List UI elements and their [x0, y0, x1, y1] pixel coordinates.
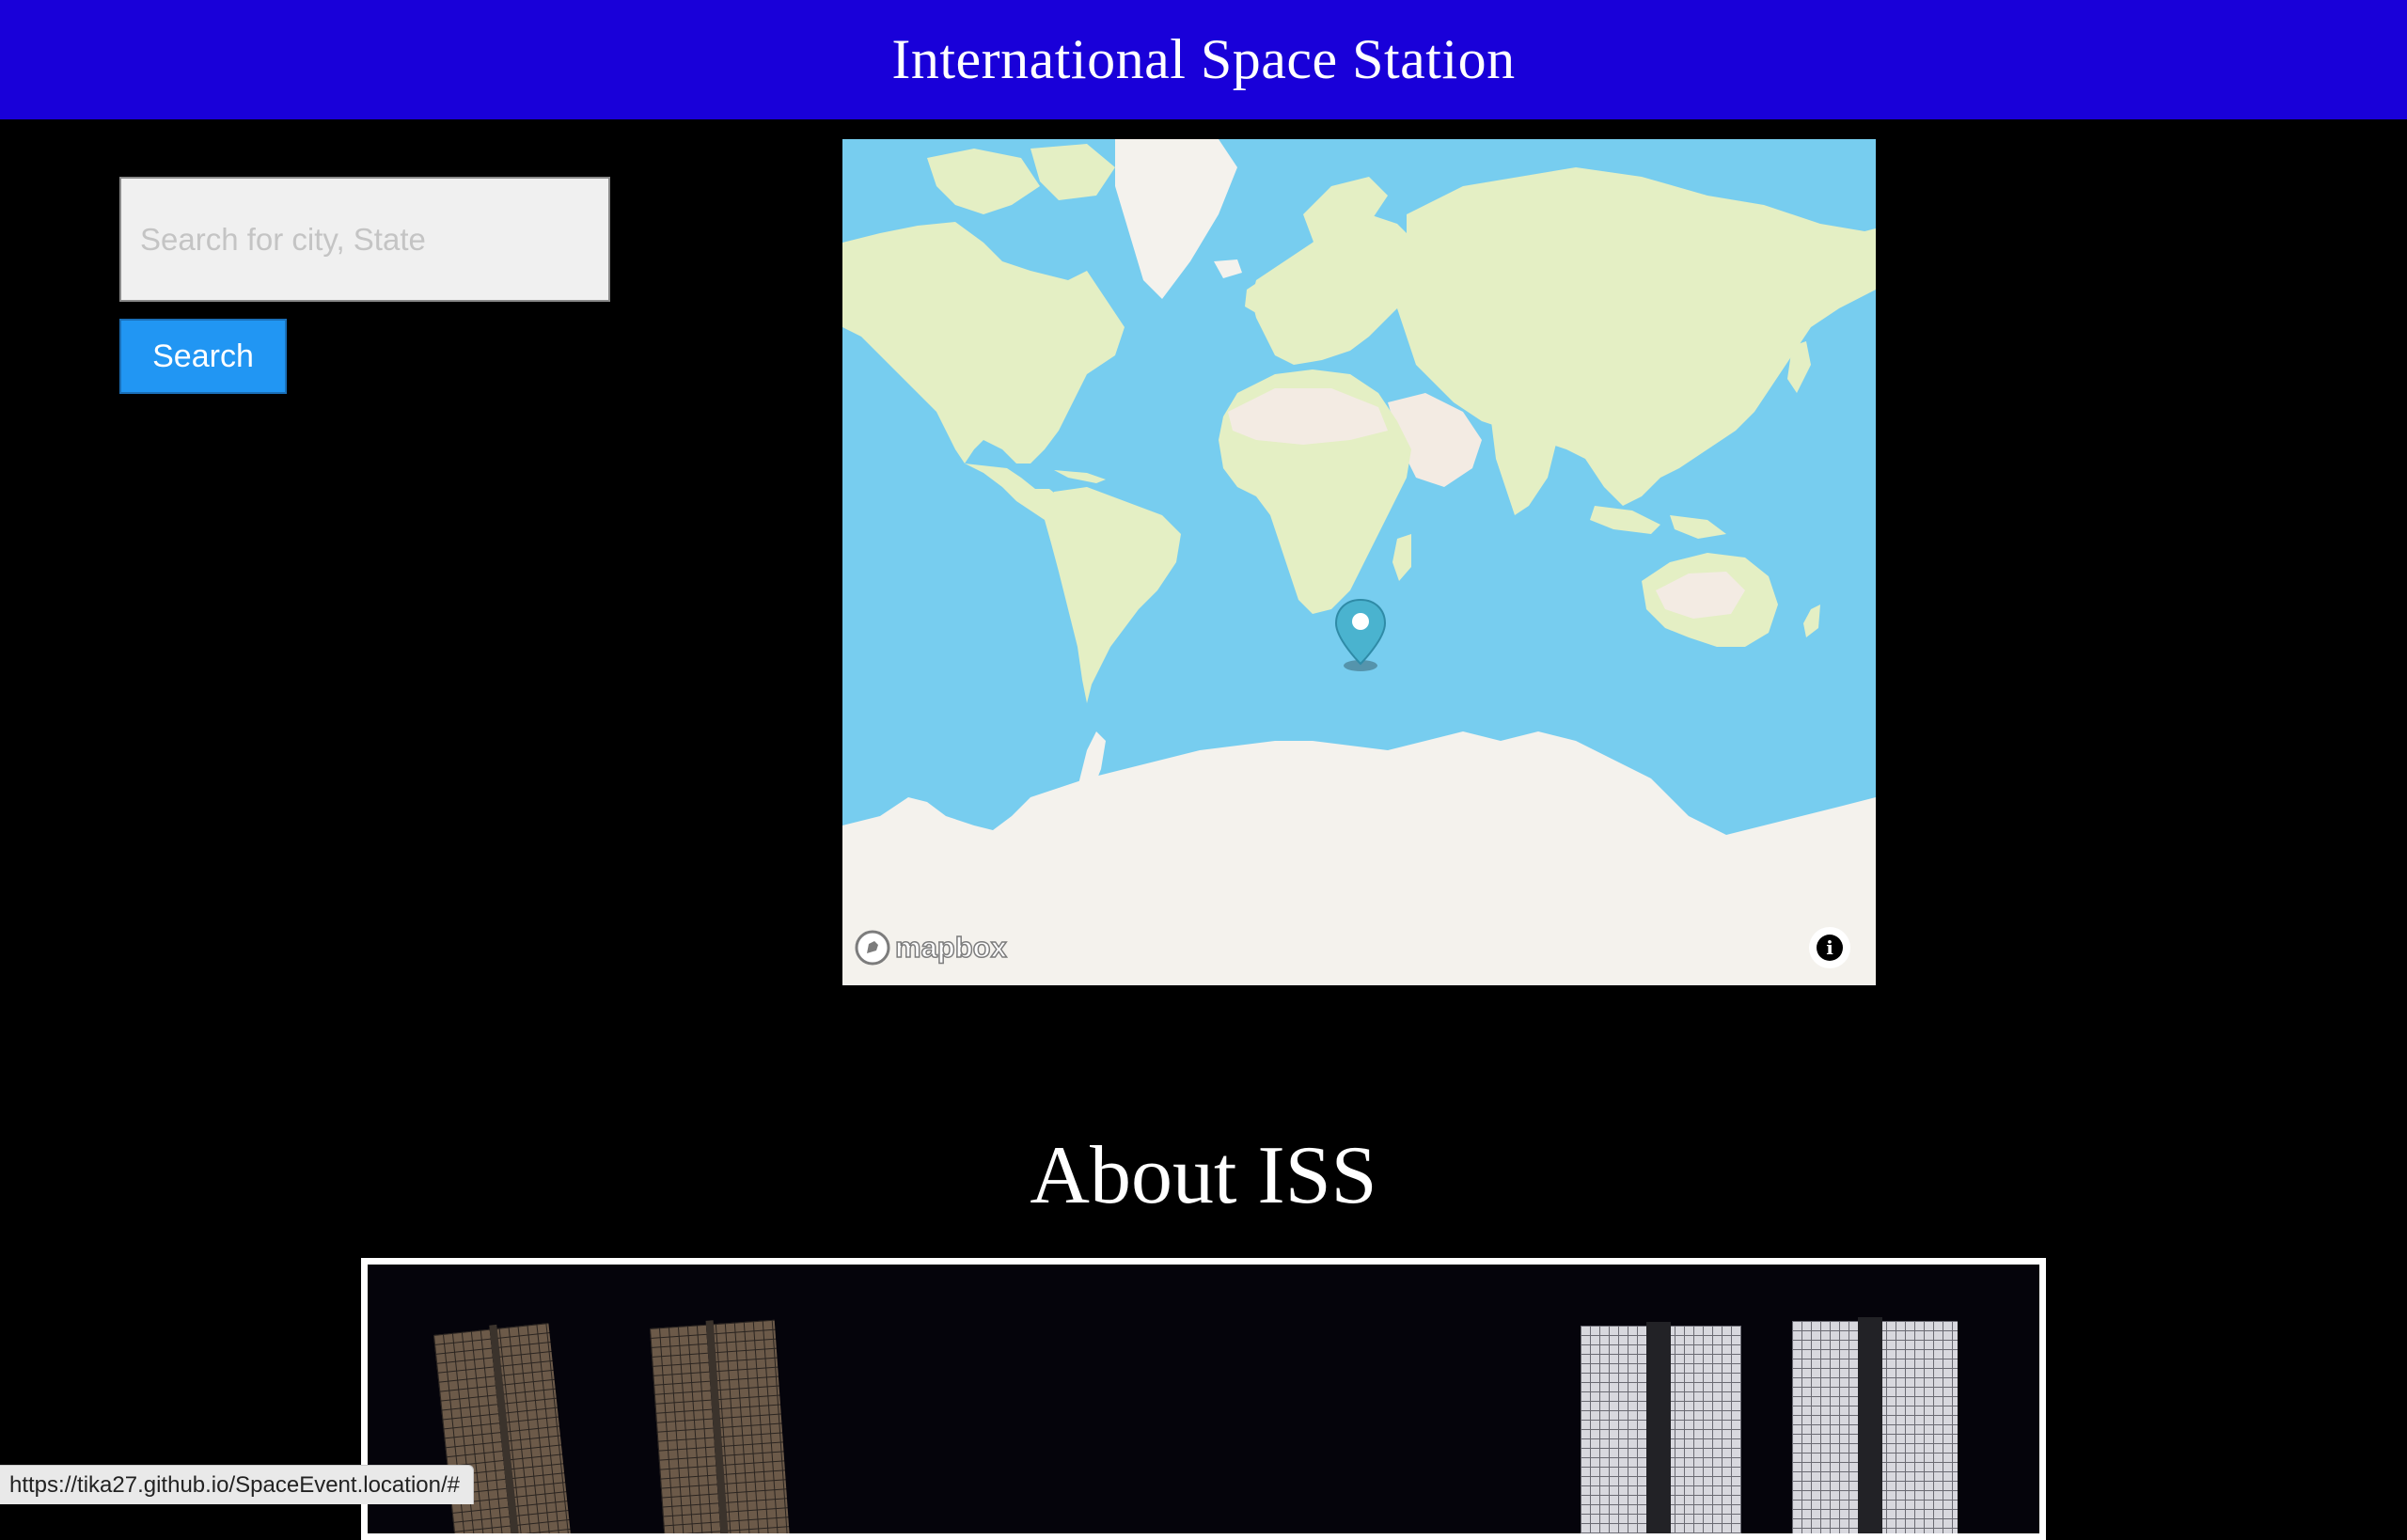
map-pin-icon[interactable]: [1333, 598, 1388, 678]
iss-solar-arrays-image: [433, 1317, 1958, 1533]
mapbox-logo[interactable]: mapbox: [854, 929, 1008, 966]
search-button[interactable]: Search: [119, 319, 287, 394]
land-north-america: [842, 222, 1125, 464]
about-heading: About ISS: [1030, 1130, 1377, 1221]
land-south-america: [1045, 487, 1181, 703]
world-map[interactable]: mapbox i: [842, 139, 1876, 985]
land-central-america: [965, 464, 1059, 520]
info-icon: i: [1817, 935, 1843, 961]
page-title: International Space Station: [891, 28, 1516, 90]
map-tiles: [842, 139, 1876, 985]
attribution-info-button[interactable]: i: [1809, 927, 1850, 968]
mapbox-logo-icon: [855, 930, 890, 966]
browser-status-url: https://tika27.github.io/SpaceEvent.loca…: [0, 1465, 474, 1504]
city-search-input[interactable]: [119, 177, 610, 302]
iss-photo: [361, 1258, 2046, 1540]
land-greenland: [1115, 139, 1237, 299]
land-india: [1491, 421, 1557, 515]
page-header: International Space Station: [0, 0, 2407, 119]
mapbox-logo-text: mapbox: [894, 930, 1007, 965]
